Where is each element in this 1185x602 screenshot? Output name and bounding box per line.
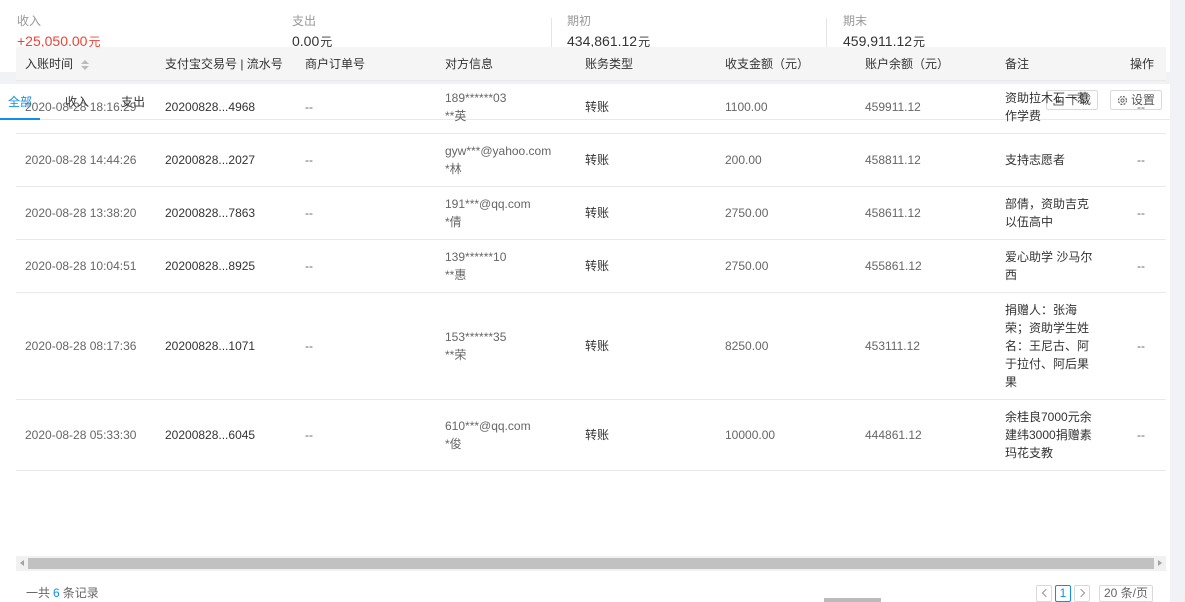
- table-row: 2020-08-28 08:17:36 20200828...1071 -- 1…: [16, 292, 1166, 400]
- col-header-party: 对方信息: [436, 47, 576, 81]
- page-1-button[interactable]: 1: [1055, 585, 1071, 602]
- cell-party: 610***@qq.com *俊: [436, 399, 576, 471]
- table-row: 2020-08-28 14:44:26 20200828...2027 -- g…: [16, 133, 1166, 187]
- horizontal-scrollbar[interactable]: [16, 556, 1166, 571]
- page-size-select[interactable]: 20 条/页: [1099, 585, 1154, 602]
- cell-balance: 455861.12: [856, 239, 996, 293]
- scrollbar-thumb[interactable]: [28, 558, 1154, 569]
- cell-note: 部倩，资助吉克以伍高中: [996, 186, 1121, 240]
- cell-op: --: [1121, 186, 1166, 240]
- cell-time: 2020-08-28 05:33:30: [16, 399, 156, 471]
- col-header-trade-no: 支付宝交易号 | 流水号: [156, 47, 296, 81]
- col-header-type: 账务类型: [576, 47, 716, 81]
- col-header-time[interactable]: 入账时间: [16, 47, 156, 81]
- cell-party: 139******10 **惠: [436, 239, 576, 293]
- cell-type: 转账: [576, 80, 716, 134]
- cell-trade-no[interactable]: 20200828...8925: [156, 239, 296, 293]
- cell-type: 转账: [576, 399, 716, 471]
- bill-table-wrapper: 入账时间 支付宝交易号 | 流水号 商户订单号 对方信息 账务类型 收支金额（元…: [16, 47, 1166, 487]
- table-row: 2020-08-28 05:33:30 20200828...6045 -- 6…: [16, 399, 1166, 471]
- cell-type: 转账: [576, 186, 716, 240]
- cell-amount: 2750.00: [716, 239, 856, 293]
- col-header-note: 备注: [996, 47, 1121, 81]
- cell-order-no: --: [296, 292, 436, 400]
- next-page-button[interactable]: [1074, 585, 1090, 602]
- cell-trade-no[interactable]: 20200828...6045: [156, 399, 296, 471]
- cell-trade-no[interactable]: 20200828...1071: [156, 292, 296, 400]
- cell-time: 2020-08-28 08:17:36: [16, 292, 156, 400]
- cell-note: 资助拉木石一惹作学费: [996, 80, 1121, 134]
- cell-op: --: [1121, 239, 1166, 293]
- stat-label: 支出: [292, 14, 317, 28]
- cell-op: --: [1121, 399, 1166, 471]
- col-header-balance: 账户余额（元）: [856, 47, 996, 81]
- cell-balance: 453111.12: [856, 292, 996, 400]
- cell-amount: 200.00: [716, 133, 856, 187]
- cell-party: 153******35 **荣: [436, 292, 576, 400]
- scroll-right-icon[interactable]: [1158, 560, 1162, 566]
- cell-type: 转账: [576, 133, 716, 187]
- col-header-op: 操作: [1121, 47, 1166, 81]
- cell-order-no: --: [296, 133, 436, 187]
- sort-icon[interactable]: [81, 59, 90, 70]
- table-row: 2020-08-28 10:04:51 20200828...8925 -- 1…: [16, 239, 1166, 293]
- cell-amount: 10000.00: [716, 399, 856, 471]
- cell-party: gyw***@yahoo.com *林: [436, 133, 576, 187]
- chevron-left-icon: [1041, 588, 1051, 598]
- table-row: 2020-08-28 13:38:20 20200828...7863 -- 1…: [16, 186, 1166, 240]
- total-records: 一共 6 条记录: [26, 586, 99, 600]
- cell-balance: 458811.12: [856, 133, 996, 187]
- cell-balance: 458611.12: [856, 186, 996, 240]
- table-row: 2020-08-28 18:16:29 20200828...4968 -- 1…: [16, 80, 1166, 134]
- cell-note: 爱心助学 沙马尔西: [996, 239, 1121, 293]
- cell-balance: 459911.12: [856, 80, 996, 134]
- cell-op: --: [1121, 292, 1166, 400]
- prev-page-button[interactable]: [1036, 585, 1052, 602]
- cell-amount: 1100.00: [716, 80, 856, 134]
- cell-amount: 2750.00: [716, 186, 856, 240]
- cell-trade-no[interactable]: 20200828...7863: [156, 186, 296, 240]
- cell-note: 捐赠人：张海荣；资助学生姓名：王尼古、阿于拉付、阿后果果: [996, 292, 1121, 400]
- cell-amount: 8250.00: [716, 292, 856, 400]
- cell-party: 189******03 **英: [436, 80, 576, 134]
- cell-trade-no[interactable]: 20200828...4968: [156, 80, 296, 134]
- cell-op: --: [1121, 80, 1166, 134]
- cell-note: 支持志愿者: [996, 133, 1121, 187]
- bill-table: 入账时间 支付宝交易号 | 流水号 商户订单号 对方信息 账务类型 收支金额（元…: [16, 47, 1166, 471]
- cell-order-no: --: [296, 399, 436, 471]
- col-header-amount: 收支金额（元）: [716, 47, 856, 81]
- stat-label: 收入: [17, 14, 42, 28]
- cell-time: 2020-08-28 13:38:20: [16, 186, 156, 240]
- cell-op: --: [1121, 133, 1166, 187]
- window-scrollbar-thumb[interactable]: [824, 598, 881, 602]
- scroll-left-icon[interactable]: [20, 560, 24, 566]
- cell-order-no: --: [296, 239, 436, 293]
- col-header-order-no: 商户订单号: [296, 47, 436, 81]
- cell-time: 2020-08-28 14:44:26: [16, 133, 156, 187]
- chevron-right-icon: [1076, 588, 1086, 598]
- cell-balance: 444861.12: [856, 399, 996, 471]
- stat-label: 期初: [567, 14, 592, 28]
- cell-time: 2020-08-28 10:04:51: [16, 239, 156, 293]
- cell-note: 余桂良7000元余建纬3000捐赠素玛花支教: [996, 399, 1121, 471]
- cell-type: 转账: [576, 292, 716, 400]
- cell-type: 转账: [576, 239, 716, 293]
- cell-order-no: --: [296, 80, 436, 134]
- cell-time: 2020-08-28 18:16:29: [16, 80, 156, 134]
- cell-order-no: --: [296, 186, 436, 240]
- cell-party: 191***@qq.com *倩: [436, 186, 576, 240]
- stat-label: 期末: [843, 14, 868, 28]
- cell-trade-no[interactable]: 20200828...2027: [156, 133, 296, 187]
- table-header-row: 入账时间 支付宝交易号 | 流水号 商户订单号 对方信息 账务类型 收支金额（元…: [16, 47, 1166, 81]
